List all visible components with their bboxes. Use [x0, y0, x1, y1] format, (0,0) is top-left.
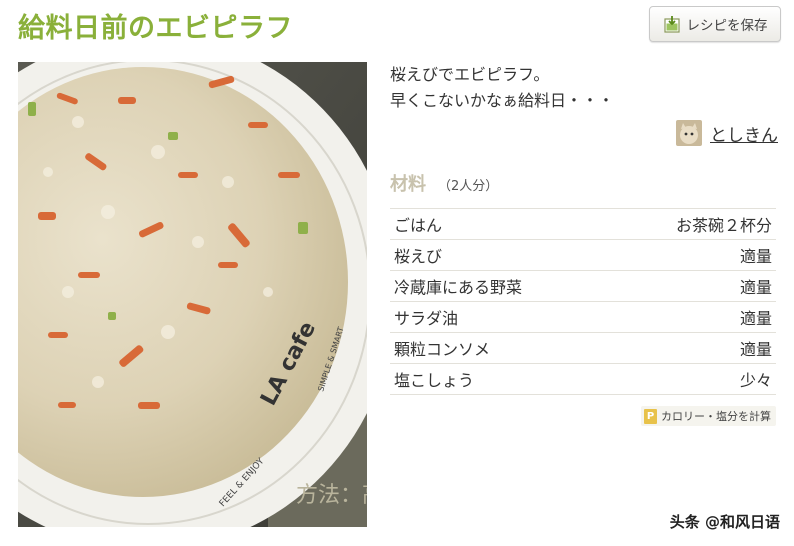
ingredient-row: サラダ油 適量	[390, 301, 776, 333]
recipe-photo: LA cafe FEEL & ENJOY SIMPLE & SMART 方法：高	[18, 62, 367, 527]
calculate-calories-button[interactable]: P カロリー・塩分を計算	[641, 406, 776, 426]
calculate-calories-label: カロリー・塩分を計算	[661, 410, 771, 423]
ingredient-qty: 適量	[608, 239, 776, 271]
ingredient-qty: 少々	[608, 363, 776, 395]
ingredient-name: 冷蔵庫にある野菜	[390, 270, 609, 302]
ingredient-qty: 適量	[608, 301, 776, 333]
save-recipe-button[interactable]: レシピを保存	[649, 6, 781, 42]
ingredient-row: 顆粒コンソメ 適量	[390, 332, 776, 364]
description-line-2: 早くこないかなぁ給料日・・・	[390, 91, 615, 110]
save-icon	[663, 16, 680, 33]
ingredient-row: ごはん お茶碗２杯分	[390, 208, 776, 240]
recipe-description: 桜えびでエビピラフ。 早くこないかなぁ給料日・・・	[390, 62, 780, 114]
ingredient-name: 塩こしょう	[390, 363, 609, 395]
ingredient-qty: 適量	[608, 332, 776, 364]
recipe-title: 給料日前のエビピラフ	[18, 13, 293, 44]
author-name[interactable]: としきん	[710, 121, 778, 146]
ingredient-name: ごはん	[390, 208, 609, 240]
author-avatar[interactable]	[676, 120, 702, 146]
watermark: 头条 @和风日语	[669, 513, 780, 531]
ingredients-table: ごはん お茶碗２杯分 桜えび 適量 冷蔵庫にある野菜 適量 サラダ油 適量 顆粒…	[390, 208, 776, 395]
ingredient-name: 桜えび	[390, 239, 609, 271]
ingredients-heading: 材料	[390, 174, 426, 195]
ingredient-name: サラダ油	[390, 301, 609, 333]
ingredient-name: 顆粒コンソメ	[390, 332, 609, 364]
ingredient-qty: お茶碗２杯分	[608, 208, 776, 240]
ingredient-row: 桜えび 適量	[390, 239, 776, 271]
p-icon: P	[644, 408, 657, 424]
photo-box-text: 方法：高	[296, 483, 367, 508]
ingredient-row: 塩こしょう 少々	[390, 363, 776, 395]
servings-label: （2人分）	[438, 179, 499, 194]
save-button-label: レシピを保存	[686, 18, 768, 34]
ingredient-qty: 適量	[608, 270, 776, 302]
author-link[interactable]: としきん	[676, 120, 778, 146]
description-line-1: 桜えびでエビピラフ。	[390, 65, 550, 84]
ingredient-row: 冷蔵庫にある野菜 適量	[390, 270, 776, 302]
ingredients-header: 材料 （2人分）	[390, 170, 498, 196]
